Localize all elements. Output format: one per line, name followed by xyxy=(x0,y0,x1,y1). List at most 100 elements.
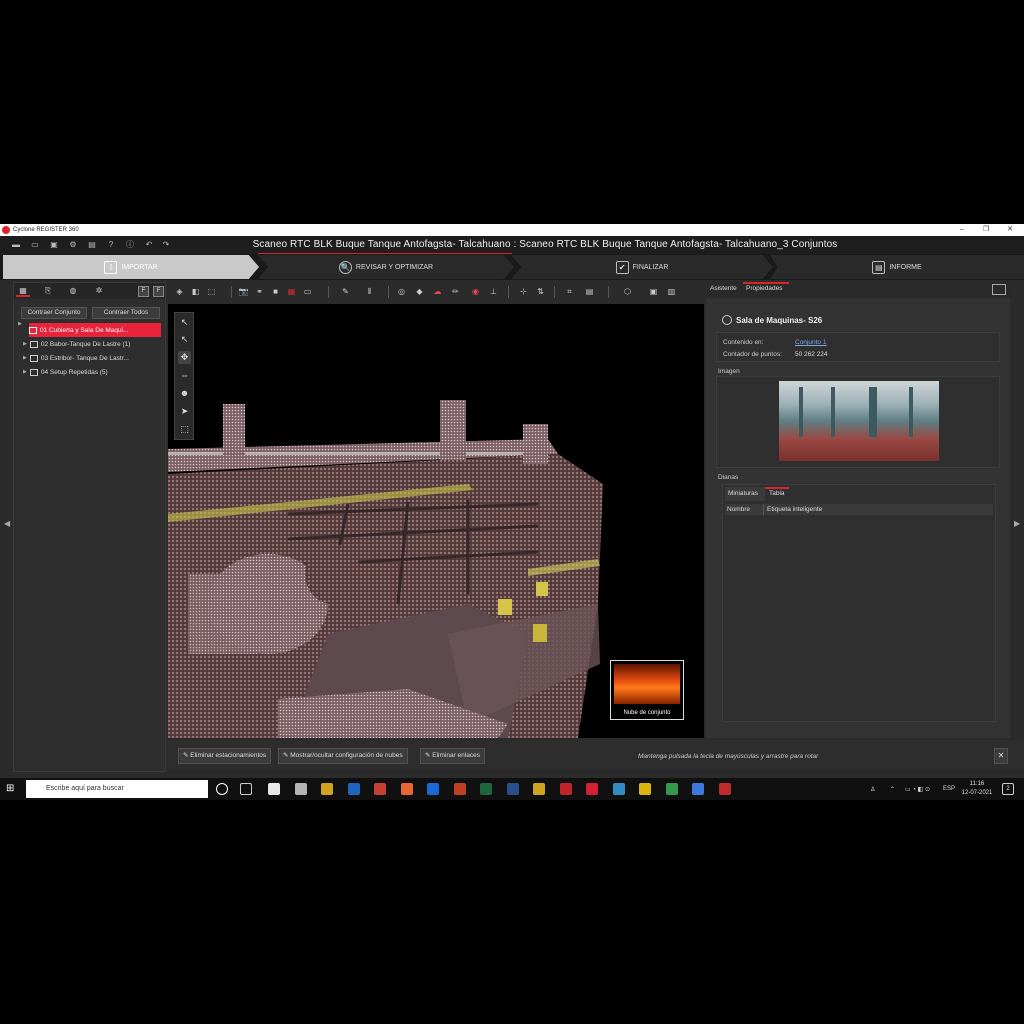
cortana-icon[interactable] xyxy=(216,783,228,795)
taskbar-search-input[interactable]: Escribe aquí para buscar xyxy=(26,780,208,798)
measure-icon[interactable]: ✎ xyxy=(340,286,351,297)
tab-targets-icon[interactable]: ✲ xyxy=(92,285,106,297)
fly-icon[interactable]: ➤ xyxy=(178,405,191,418)
panel-layout-icon[interactable] xyxy=(992,284,1006,295)
filter-alt-icon[interactable]: F xyxy=(153,286,164,297)
taskbar-app-icon[interactable] xyxy=(427,783,439,795)
column-header-name[interactable]: Nombre xyxy=(727,506,750,513)
step-informe[interactable]: ▤ INFORME xyxy=(770,255,1024,279)
taskbar-app-icon[interactable] xyxy=(506,783,519,795)
tree-item[interactable]: ▶ 03 Estribor- Tanque De Lastr... xyxy=(14,351,165,365)
toggle-cloud-config-button[interactable]: ✎ Mostrar/ocultar configuración de nubes xyxy=(278,748,408,764)
minimize-button[interactable]: – xyxy=(952,224,972,236)
toolbar-icon[interactable]: ⊥ xyxy=(488,286,499,297)
toolbar-icon[interactable]: ▦ xyxy=(286,286,297,297)
collapse-set-button[interactable]: Contraer Conjunto xyxy=(21,307,87,319)
taskbar-app-icon[interactable] xyxy=(559,783,572,795)
taskbar-app-icon[interactable] xyxy=(612,783,625,795)
cube-view-icon[interactable]: ⬡ xyxy=(622,286,633,297)
language-indicator[interactable]: ESP xyxy=(943,786,955,792)
contained-in-link[interactable]: Conjunto 1 xyxy=(795,339,826,346)
notification-center-icon[interactable]: 2 xyxy=(1002,783,1014,795)
tab-links-icon[interactable]: ⎘ xyxy=(41,285,55,297)
taskbar-app-icon[interactable] xyxy=(639,783,651,795)
select-area-icon[interactable]: ↖ xyxy=(178,333,191,346)
taskbar-app-icon[interactable] xyxy=(665,783,678,795)
panorama-image[interactable] xyxy=(779,381,939,461)
viewport-toolbar: ◈ ◧ ⬚ 📷 ⚭ ■ ▦ ▭ ✎ ⫴ ◎ ◆ ☁ ✏ ◉ ⊥ ⊹ ⇅ ⌗ ▤ … xyxy=(168,282,704,302)
left-panel-tabs: ▦ ⎘ ◍ ✲ F F xyxy=(14,283,165,299)
taskbar-app-icon[interactable] xyxy=(400,783,413,795)
taskbar-app-icon[interactable] xyxy=(718,783,731,795)
select-pointer-icon[interactable]: ↖ xyxy=(178,316,191,329)
camera-icon[interactable]: 📷 xyxy=(238,286,249,297)
tab-clouds-icon[interactable]: ◍ xyxy=(66,285,80,297)
walk-icon[interactable]: ☻ xyxy=(178,387,191,400)
close-window-button[interactable]: ✕ xyxy=(1000,224,1020,236)
toolbar-icon[interactable]: ▥ xyxy=(666,286,677,297)
tab-assistant[interactable]: Asistente xyxy=(710,285,737,292)
step-revisar-optimizar[interactable]: 🔍 REVISAR Y OPTIMIZAR xyxy=(258,255,514,279)
toolbar-icon[interactable]: ⫴ xyxy=(364,286,375,297)
toolbar-icon[interactable]: ■ xyxy=(270,286,281,297)
pan-icon[interactable]: ⇔ xyxy=(178,369,191,382)
maximize-button[interactable]: ❐ xyxy=(976,224,996,236)
task-view-icon[interactable] xyxy=(240,783,252,795)
tree-item[interactable]: ▶ 04 Setup Repetidas (5) xyxy=(14,365,165,379)
step-finalizar[interactable]: ✔ FINALIZAR xyxy=(511,255,773,279)
collapse-right-panel-icon[interactable]: ▶ xyxy=(1014,519,1020,528)
toolbar-icon[interactable]: ⚭ xyxy=(254,286,265,297)
taskbar-app-icon[interactable] xyxy=(480,783,492,795)
tab-table[interactable]: Tabla xyxy=(769,490,785,497)
tab-setups-icon[interactable]: ▦ xyxy=(16,285,30,297)
tray-icons[interactable]: ▭ ◔ ◧ ⊙ xyxy=(905,786,930,793)
column-header-smart-label[interactable]: Etiqueta inteligente xyxy=(767,506,822,513)
taskbar-app-icon[interactable] xyxy=(268,783,280,795)
remove-links-button[interactable]: ✎ Eliminar enlaces xyxy=(420,748,485,764)
taskbar-app-icon[interactable] xyxy=(453,783,466,795)
expand-arrow-icon[interactable]: ▶ xyxy=(23,341,27,347)
expand-arrow-icon[interactable]: ▶ xyxy=(18,321,22,327)
tree-item[interactable]: ▶ 02 Babor-Tanque De Lastre (1) xyxy=(14,337,165,351)
toolbar-icon[interactable]: ⌗ xyxy=(564,286,575,297)
chevron-up-icon[interactable]: ⌃ xyxy=(890,786,895,793)
toolbar-icon[interactable]: ◈ xyxy=(174,286,185,297)
box-view-icon[interactable]: ⬚ xyxy=(178,423,191,436)
expand-arrow-icon[interactable]: ▶ xyxy=(23,355,27,361)
taskbar-app-icon[interactable] xyxy=(294,783,307,795)
point-cloud-viewport[interactable]: ↖ ↖ ✥ ⇔ ☻ ➤ ⬚ Nube de conjunto xyxy=(168,304,704,738)
expand-arrow-icon[interactable]: ▶ xyxy=(23,369,27,375)
toolbar-icon[interactable]: ▭ xyxy=(302,286,313,297)
collapse-left-panel-icon[interactable]: ◀ xyxy=(4,519,10,528)
pencil-icon[interactable]: ✏ xyxy=(450,286,461,297)
toolbar-icon[interactable]: ◧ xyxy=(190,286,201,297)
start-windows-icon[interactable]: ⊞ xyxy=(6,783,18,795)
taskbar-app-icon[interactable] xyxy=(347,783,360,795)
system-clock[interactable]: 11:16 12-07-2021 xyxy=(958,780,996,798)
orbit-icon[interactable]: ✥ xyxy=(178,351,191,364)
cloud-thumbnail[interactable]: Nube de conjunto xyxy=(610,660,684,720)
remove-stations-button[interactable]: ✎ Eliminar estacionamientos xyxy=(178,748,272,764)
close-bar-button[interactable]: ✕ xyxy=(994,748,1008,764)
toolbar-icon[interactable]: ▤ xyxy=(584,286,595,297)
filter-icon[interactable]: F xyxy=(138,286,149,297)
taskbar-app-icon[interactable] xyxy=(321,783,333,795)
toolbar-icon[interactable]: ▣ xyxy=(648,286,659,297)
step-importar[interactable]: ⇩ IMPORTAR xyxy=(3,255,259,279)
tab-properties[interactable]: Propiedades xyxy=(746,285,783,292)
taskbar-app-icon[interactable] xyxy=(692,783,704,795)
tag-icon[interactable]: ◆ xyxy=(414,286,425,297)
crop-icon[interactable]: ⊹ xyxy=(518,286,529,297)
tree-item[interactable]: 01 Cubierta y Sala De Maqui... xyxy=(29,323,161,337)
toolbar-icon[interactable]: ⇅ xyxy=(535,286,546,297)
location-pin-icon[interactable]: ◉ xyxy=(470,286,481,297)
tab-thumbnails[interactable]: Miniaturas xyxy=(725,487,765,501)
collapse-all-button[interactable]: Contraer Todos xyxy=(92,307,160,319)
target-icon[interactable]: ◎ xyxy=(396,286,407,297)
taskbar-app-icon[interactable] xyxy=(586,783,598,795)
user-icon[interactable]: ♙ xyxy=(870,786,875,793)
cloud-icon[interactable]: ☁ xyxy=(432,286,443,297)
taskbar-app-icon[interactable] xyxy=(374,783,386,795)
toolbar-icon[interactable]: ⬚ xyxy=(206,286,217,297)
taskbar-app-icon[interactable] xyxy=(533,783,545,795)
